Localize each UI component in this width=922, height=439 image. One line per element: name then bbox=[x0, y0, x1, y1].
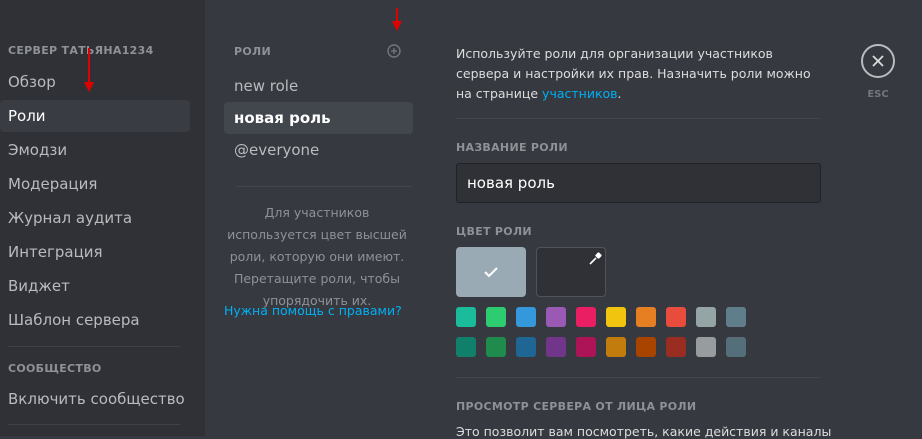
color-swatch[interactable] bbox=[516, 337, 536, 357]
sidebar-item-enable-community[interactable]: Включить сообщество bbox=[0, 383, 190, 415]
color-swatch[interactable] bbox=[636, 337, 656, 357]
color-swatch[interactable] bbox=[546, 337, 566, 357]
role-color-label: ЦВЕТ РОЛИ bbox=[456, 225, 532, 238]
role-item-selected[interactable]: новая роль bbox=[224, 102, 413, 134]
sidebar-item-audit-log[interactable]: Журнал аудита bbox=[0, 202, 190, 234]
color-swatch[interactable] bbox=[456, 337, 476, 357]
color-swatch[interactable] bbox=[456, 307, 476, 327]
permissions-help-link[interactable]: Нужна помощь с правами? bbox=[224, 303, 402, 318]
sidebar-divider bbox=[8, 346, 180, 347]
color-swatch[interactable] bbox=[546, 307, 566, 327]
community-header: СООБЩЕСТВО bbox=[8, 362, 102, 375]
color-swatch[interactable] bbox=[666, 337, 686, 357]
sidebar-item-widget[interactable]: Виджет bbox=[0, 270, 190, 302]
role-item-everyone[interactable]: @everyone bbox=[224, 134, 413, 166]
role-editor: Используйте роли для организации участни… bbox=[456, 0, 831, 439]
default-color-swatch[interactable] bbox=[456, 247, 526, 297]
custom-color-swatch[interactable] bbox=[536, 247, 606, 297]
sidebar-item-server-template[interactable]: Шаблон сервера bbox=[0, 304, 190, 336]
view-as-role-label: ПРОСМОТР СЕРВЕРА ОТ ЛИЦА РОЛИ bbox=[456, 400, 697, 413]
color-swatch[interactable] bbox=[636, 307, 656, 327]
eyedropper-icon bbox=[589, 252, 602, 265]
sidebar-item-emoji[interactable]: Эмодзи bbox=[0, 134, 190, 166]
color-swatch[interactable] bbox=[516, 307, 536, 327]
color-swatch[interactable] bbox=[486, 337, 506, 357]
section-divider bbox=[456, 118, 821, 119]
close-icon bbox=[872, 55, 884, 67]
sidebar-item-integrations[interactable]: Интеграция bbox=[0, 236, 190, 268]
sidebar-divider bbox=[8, 424, 180, 425]
color-swatch[interactable] bbox=[606, 337, 626, 357]
annotation-arrow-down bbox=[84, 48, 94, 92]
intro-text: Используйте роли для организации участни… bbox=[456, 46, 811, 101]
roles-list-panel: РОЛИ new role новая роль @everyone Для у… bbox=[222, 0, 413, 436]
esc-label: ESC bbox=[867, 89, 889, 100]
role-item-new-role[interactable]: new role bbox=[224, 70, 413, 102]
color-swatch[interactable] bbox=[696, 337, 716, 357]
roles-description: Для участников используется цвет высшей … bbox=[227, 205, 407, 308]
members-link[interactable]: участников bbox=[542, 86, 617, 101]
color-swatch[interactable] bbox=[666, 307, 686, 327]
role-name-input[interactable]: новая роль bbox=[456, 163, 821, 203]
checkmark-icon bbox=[484, 267, 498, 278]
color-swatch[interactable] bbox=[576, 337, 596, 357]
sidebar-item-roles[interactable]: Роли bbox=[0, 100, 190, 132]
roles-header: РОЛИ bbox=[234, 45, 271, 58]
settings-sidebar: СЕРВЕР ТАТЬЯНА1234 Обзор Роли Эмодзи Мод… bbox=[0, 0, 205, 436]
close-button[interactable] bbox=[861, 44, 895, 78]
color-swatch[interactable] bbox=[726, 337, 746, 357]
server-name-header: СЕРВЕР ТАТЬЯНА1234 bbox=[8, 44, 154, 57]
view-as-role-description: Это позволит вам посмотреть, какие дейст… bbox=[456, 424, 832, 439]
plus-circle-icon[interactable] bbox=[387, 44, 401, 58]
section-divider bbox=[456, 377, 821, 378]
role-name-label: НАЗВАНИЕ РОЛИ bbox=[456, 141, 568, 154]
color-swatch[interactable] bbox=[606, 307, 626, 327]
color-swatch[interactable] bbox=[486, 307, 506, 327]
annotation-arrow-down bbox=[392, 8, 402, 31]
roles-intro-text: Используйте роли для организации участни… bbox=[456, 44, 822, 104]
color-swatch[interactable] bbox=[726, 307, 746, 327]
color-swatch[interactable] bbox=[576, 307, 596, 327]
intro-end: . bbox=[617, 86, 622, 101]
roles-divider bbox=[236, 186, 412, 187]
sidebar-item-moderation[interactable]: Модерация bbox=[0, 168, 190, 200]
color-swatch[interactable] bbox=[696, 307, 716, 327]
